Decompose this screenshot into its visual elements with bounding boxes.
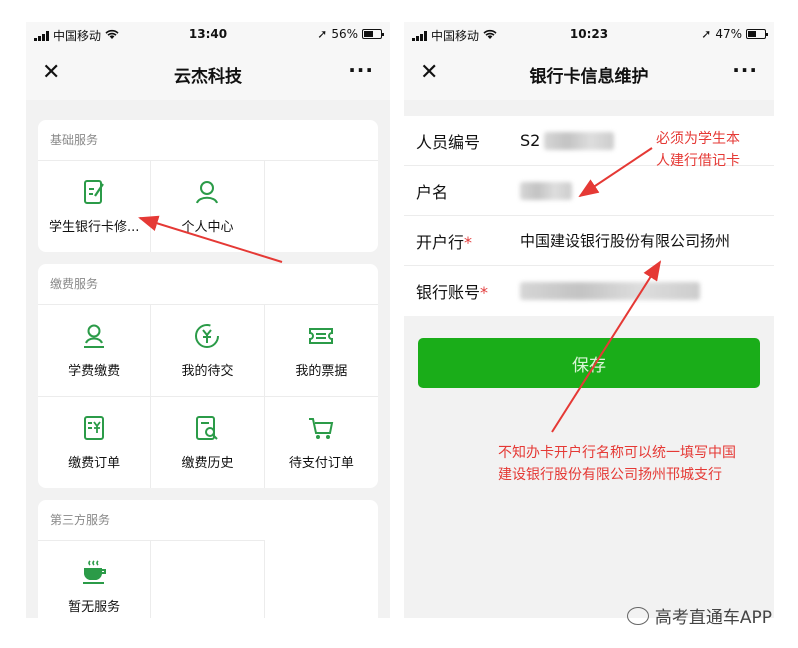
service-label: 我的票据	[295, 364, 348, 379]
search-document-icon	[196, 416, 219, 440]
account-number-label-wrap: 银行账号*	[416, 279, 520, 303]
annotation-line: 必须为学生本	[656, 131, 740, 147]
yuan-refresh-icon	[195, 324, 220, 348]
required-mark: *	[464, 232, 473, 252]
right-phone-screen: 中国移动 10:23 ➚ 47% ✕ 银行卡信息维护 ··· 人员编号 S2 户…	[404, 22, 774, 618]
service-pending-payment[interactable]: 我的待交	[151, 304, 265, 396]
service-payment-history[interactable]: 缴费历史	[151, 396, 265, 488]
battery-percent: 47%	[715, 27, 742, 41]
service-my-receipts[interactable]: 我的票据	[264, 304, 378, 396]
empty-cell	[151, 540, 265, 618]
more-icon[interactable]: ···	[732, 58, 758, 82]
annotation-line: 不知办卡开户行名称可以统一填写中国	[498, 445, 736, 461]
nav-bar: ✕ 云杰科技 ···	[26, 48, 390, 100]
cart-icon	[309, 418, 334, 439]
service-unpaid-orders[interactable]: 待支付订单	[264, 396, 378, 488]
service-payment-orders[interactable]: 缴费订单	[38, 396, 152, 488]
service-tuition-payment[interactable]: 学费缴费	[38, 304, 152, 396]
more-icon[interactable]: ···	[348, 58, 374, 82]
section-third-party-services: 第三方服务 暂无服务	[38, 500, 378, 618]
battery-icon	[746, 29, 768, 39]
service-personal-center[interactable]: 个人中心	[151, 160, 265, 252]
watermark: 高考直通车APP	[626, 603, 772, 628]
location-arrow-icon: ➚	[317, 27, 328, 41]
section-title: 基础服务	[50, 133, 99, 147]
required-mark: *	[480, 283, 489, 302]
service-label: 学生银行卡修...	[48, 220, 140, 235]
close-icon[interactable]: ✕	[42, 60, 60, 85]
left-phone-screen: 中国移动 13:40 ➚ 56% ✕ 云杰科技 ··· 基础服务 学生银行卡修.…	[26, 22, 390, 618]
wechat-icon	[626, 606, 649, 625]
bank-row: 开户行* 中国建设银行股份有限公司扬州	[404, 216, 774, 266]
service-none: 暂无服务	[38, 540, 152, 618]
battery-percent: 56%	[331, 27, 358, 41]
section-payment-services: 缴费服务 学费缴费 我的待交 我的票据 缴费订单 缴费历史 待支付订单	[38, 264, 378, 488]
close-icon[interactable]: ✕	[420, 60, 438, 85]
status-bar: 中国移动 10:23 ➚ 47%	[404, 22, 774, 48]
service-label: 个人中心	[181, 220, 234, 235]
service-label: 缴费订单	[68, 456, 121, 471]
annotation-line: 人建行借记卡	[656, 153, 740, 169]
service-student-bank-card[interactable]: 学生银行卡修...	[38, 160, 152, 252]
service-label: 缴费历史	[181, 456, 234, 471]
bank-label-wrap: 开户行*	[416, 229, 520, 253]
bank-label: 开户行	[416, 232, 465, 252]
account-name-label: 户名	[416, 182, 449, 202]
battery-icon	[362, 29, 384, 39]
page-title: 银行卡信息维护	[529, 66, 649, 87]
location-arrow-icon: ➚	[701, 27, 712, 41]
section-title: 缴费服务	[50, 277, 99, 291]
service-label: 暂无服务	[68, 600, 121, 615]
service-label: 我的待交	[181, 364, 234, 379]
save-button[interactable]: 保存	[418, 338, 760, 388]
yuan-document-icon	[84, 416, 105, 440]
section-title: 第三方服务	[50, 513, 111, 527]
user-pay-icon	[84, 324, 105, 348]
section-basic-services: 基础服务 学生银行卡修... 个人中心	[38, 120, 378, 252]
staff-number-value[interactable]: S2	[520, 131, 540, 150]
service-label: 待支付订单	[288, 456, 354, 471]
annotation-line: 建设银行股份有限公司扬州邗城支行	[498, 467, 722, 483]
bank-input[interactable]: 中国建设银行股份有限公司扬州	[520, 230, 770, 251]
annotation-debit-card-note: 必须为学生本 人建行借记卡	[656, 128, 740, 172]
account-number-row: 银行账号*	[404, 266, 774, 316]
annotation-bank-name-note: 不知办卡开户行名称可以统一填写中国 建设银行股份有限公司扬州邗城支行	[498, 442, 736, 486]
coffee-cup-icon	[83, 560, 107, 584]
nav-bar: ✕ 银行卡信息维护 ···	[404, 48, 774, 100]
status-bar: 中国移动 13:40 ➚ 56%	[26, 22, 390, 48]
empty-cell	[264, 160, 378, 252]
user-icon	[196, 181, 219, 204]
account-name-row: 户名	[404, 166, 774, 216]
empty-cell	[265, 540, 378, 618]
account-number-field[interactable]	[520, 282, 700, 300]
staff-number-label: 人员编号	[416, 132, 481, 152]
ticket-icon	[309, 328, 334, 344]
page-title: 云杰科技	[174, 66, 242, 87]
service-label: 学费缴费	[68, 364, 121, 379]
edit-form-icon	[84, 180, 105, 204]
account-number-label: 银行账号	[416, 283, 481, 302]
watermark-text: 高考直通车APP	[654, 608, 772, 628]
account-name-field[interactable]	[520, 181, 572, 200]
redacted-value	[544, 131, 615, 150]
